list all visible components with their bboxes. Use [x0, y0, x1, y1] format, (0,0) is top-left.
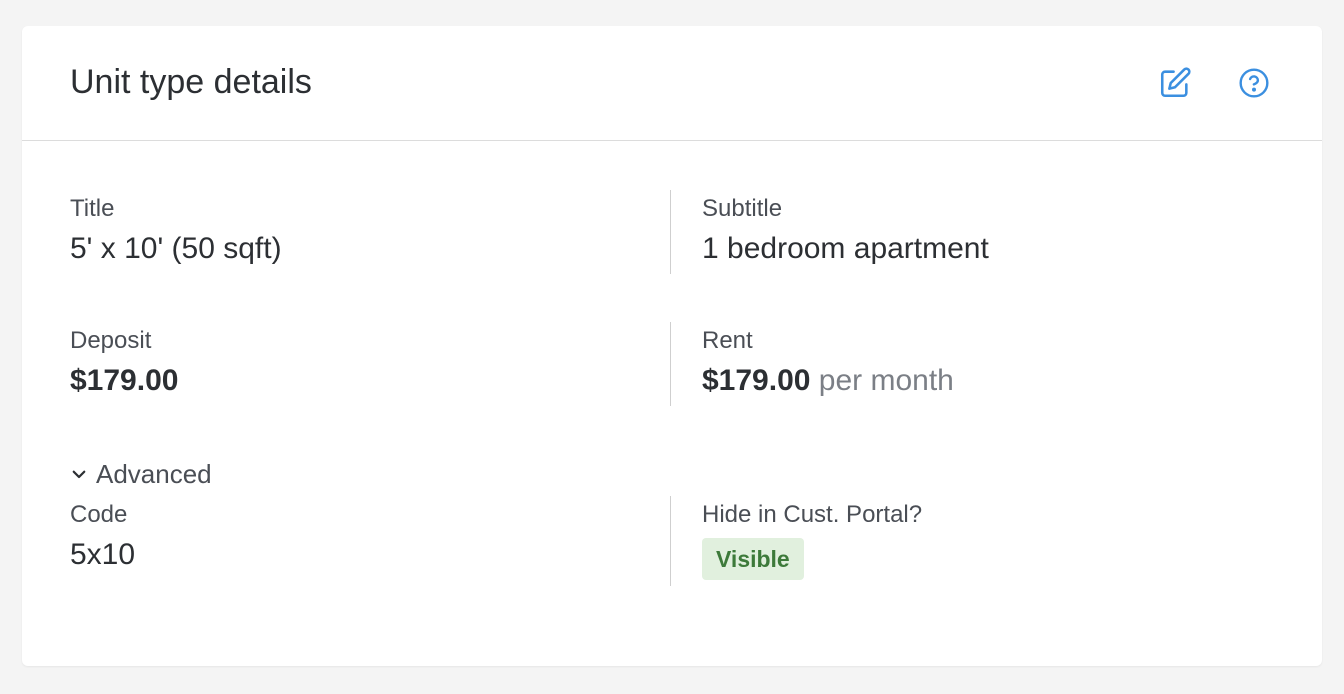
- title-label: Title: [70, 195, 115, 222]
- column-divider: [670, 496, 671, 586]
- rent-value-line: $179.00 per month: [702, 362, 954, 400]
- rent-period: per month: [818, 364, 954, 397]
- code-field: Code 5x10: [70, 500, 135, 574]
- help-circle-icon: [1239, 68, 1269, 98]
- rent-value: $179.00: [702, 364, 811, 397]
- edit-button[interactable]: [1158, 66, 1192, 100]
- code-label: Code: [70, 501, 128, 528]
- unit-type-details-card: Unit type details Title 5' x 10' (50 sqf…: [22, 26, 1322, 666]
- deposit-value: $179.00: [70, 364, 179, 397]
- advanced-label: Advanced: [96, 459, 212, 489]
- title-field: Title 5' x 10' (50 sqft): [70, 194, 282, 268]
- subtitle-label: Subtitle: [702, 195, 783, 222]
- column-divider: [670, 190, 671, 274]
- help-button[interactable]: [1237, 66, 1271, 100]
- portal-visibility-field: Hide in Cust. Portal? Visible: [702, 500, 922, 580]
- rent-field: Rent $179.00 per month: [702, 326, 954, 400]
- deposit-field: Deposit $179.00: [70, 326, 178, 400]
- title-value: 5' x 10' (50 sqft): [70, 232, 282, 265]
- deposit-label: Deposit: [70, 327, 152, 354]
- rent-label: Rent: [702, 327, 753, 354]
- card-header: Unit type details: [22, 26, 1322, 141]
- card-title: Unit type details: [70, 63, 312, 101]
- column-divider: [670, 322, 671, 406]
- visibility-status-badge: Visible: [702, 538, 804, 580]
- advanced-toggle[interactable]: Advanced: [70, 458, 212, 490]
- chevron-down-icon: [72, 470, 86, 479]
- edit-icon: [1160, 67, 1191, 98]
- portal-visibility-label: Hide in Cust. Portal?: [702, 501, 923, 528]
- code-value: 5x10: [70, 538, 136, 571]
- subtitle-value: 1 bedroom apartment: [702, 232, 989, 265]
- subtitle-field: Subtitle 1 bedroom apartment: [702, 194, 989, 268]
